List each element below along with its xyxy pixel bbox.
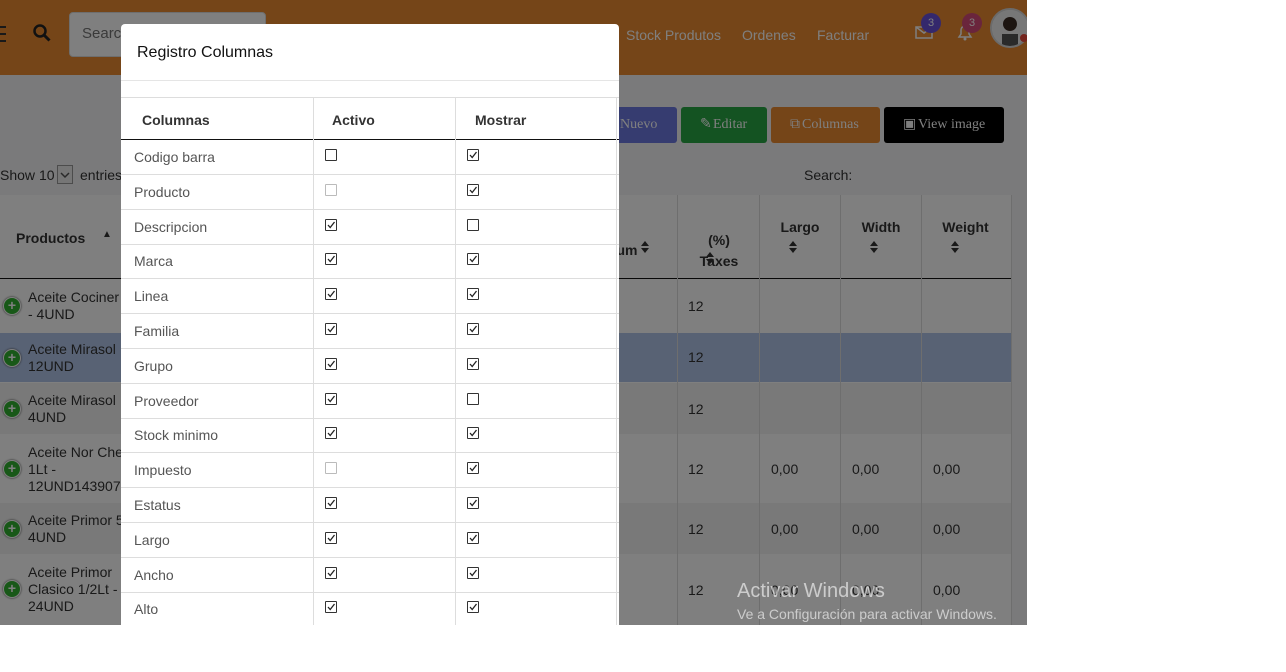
modal-title: Registro Columnas — [137, 44, 274, 61]
column-name: Familia — [134, 323, 180, 339]
column-name: Marca — [134, 253, 173, 270]
mostrar-checkbox[interactable] — [467, 183, 479, 196]
column-row: Ancho — [121, 558, 619, 593]
column-row: Proveedor — [121, 384, 619, 419]
mostrar-checkbox[interactable] — [467, 462, 479, 475]
mostrar-checkbox[interactable] — [467, 288, 479, 301]
column-name: Codigo barra — [134, 149, 215, 165]
header-columnas: Columnas — [142, 112, 210, 128]
column-row: Familia — [121, 314, 619, 349]
activo-checkbox[interactable] — [325, 149, 337, 161]
column-name: Impuesto — [134, 462, 192, 479]
column-row: Descripcion — [121, 210, 619, 245]
mostrar-checkbox[interactable] — [467, 253, 479, 266]
activo-checkbox[interactable] — [325, 357, 337, 370]
activo-checkbox[interactable] — [325, 601, 337, 614]
column-row: Stock minimo — [121, 418, 619, 454]
activo-checkbox[interactable] — [325, 288, 337, 301]
mostrar-checkbox[interactable] — [467, 392, 479, 405]
column-row: Impuesto — [121, 453, 619, 489]
columns-modal: Registro Columnas Columnas Activo Mostra… — [121, 24, 619, 625]
mostrar-checkbox[interactable] — [467, 531, 479, 544]
activo-checkbox[interactable] — [325, 218, 337, 231]
activo-checkbox — [325, 183, 337, 196]
column-row: Largo — [121, 523, 619, 558]
column-row: Estatus — [121, 488, 619, 523]
mostrar-checkbox[interactable] — [467, 149, 479, 161]
mostrar-checkbox[interactable] — [467, 427, 479, 440]
column-name: Estatus — [134, 497, 181, 513]
column-row: Marca — [121, 244, 619, 280]
header-activo: Activo — [332, 112, 375, 128]
column-row: Alto — [121, 592, 619, 625]
column-name: Linea — [134, 288, 169, 305]
column-name: Largo — [134, 531, 170, 548]
mostrar-checkbox[interactable] — [467, 566, 479, 579]
activo-checkbox[interactable] — [325, 531, 337, 544]
mostrar-checkbox[interactable] — [467, 357, 479, 370]
header-mostrar: Mostrar — [475, 112, 527, 128]
windows-watermark-title: Activar Windows — [737, 580, 885, 602]
mostrar-checkbox[interactable] — [467, 218, 479, 231]
modal-header-divider — [121, 80, 619, 81]
app-window: Stock Produtos Ordenes Facturar 3 3 Nuev… — [0, 0, 1027, 625]
column-name: Grupo — [134, 357, 173, 374]
windows-watermark-subtitle: Ve a Configuración para activar Windows. — [737, 606, 997, 622]
activo-checkbox[interactable] — [325, 253, 337, 266]
column-name: Stock minimo — [134, 427, 219, 444]
activo-checkbox — [325, 462, 337, 475]
activo-checkbox[interactable] — [325, 497, 337, 509]
activo-checkbox[interactable] — [325, 566, 337, 579]
activo-checkbox[interactable] — [325, 392, 337, 405]
mostrar-checkbox[interactable] — [467, 497, 479, 509]
mostrar-checkbox[interactable] — [467, 601, 479, 614]
column-row: Codigo barra — [121, 140, 619, 175]
activo-checkbox[interactable] — [325, 323, 337, 335]
column-name: Descripcion — [134, 218, 208, 235]
column-name: Alto — [134, 601, 159, 618]
column-name: Producto — [134, 183, 191, 200]
columns-table-top-border — [121, 97, 619, 98]
activo-checkbox[interactable] — [325, 427, 337, 440]
column-row: Producto — [121, 175, 619, 210]
column-name: Proveedor — [134, 392, 199, 409]
column-name: Ancho — [134, 566, 174, 583]
mostrar-checkbox[interactable] — [467, 323, 479, 335]
column-row: Grupo — [121, 349, 619, 384]
column-row: Linea — [121, 279, 619, 315]
